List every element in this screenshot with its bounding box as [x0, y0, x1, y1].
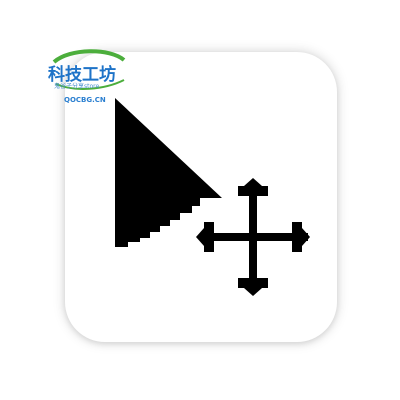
- watermark-logo: 科技工坊 鬼谷子分享store QOCBG.CN: [44, 46, 132, 116]
- watermark-subtitle: 鬼谷子分享store: [54, 83, 100, 90]
- stage: 科技工坊 鬼谷子分享store QOCBG.CN: [0, 0, 400, 400]
- watermark-domain: QOCBG.CN: [64, 96, 106, 104]
